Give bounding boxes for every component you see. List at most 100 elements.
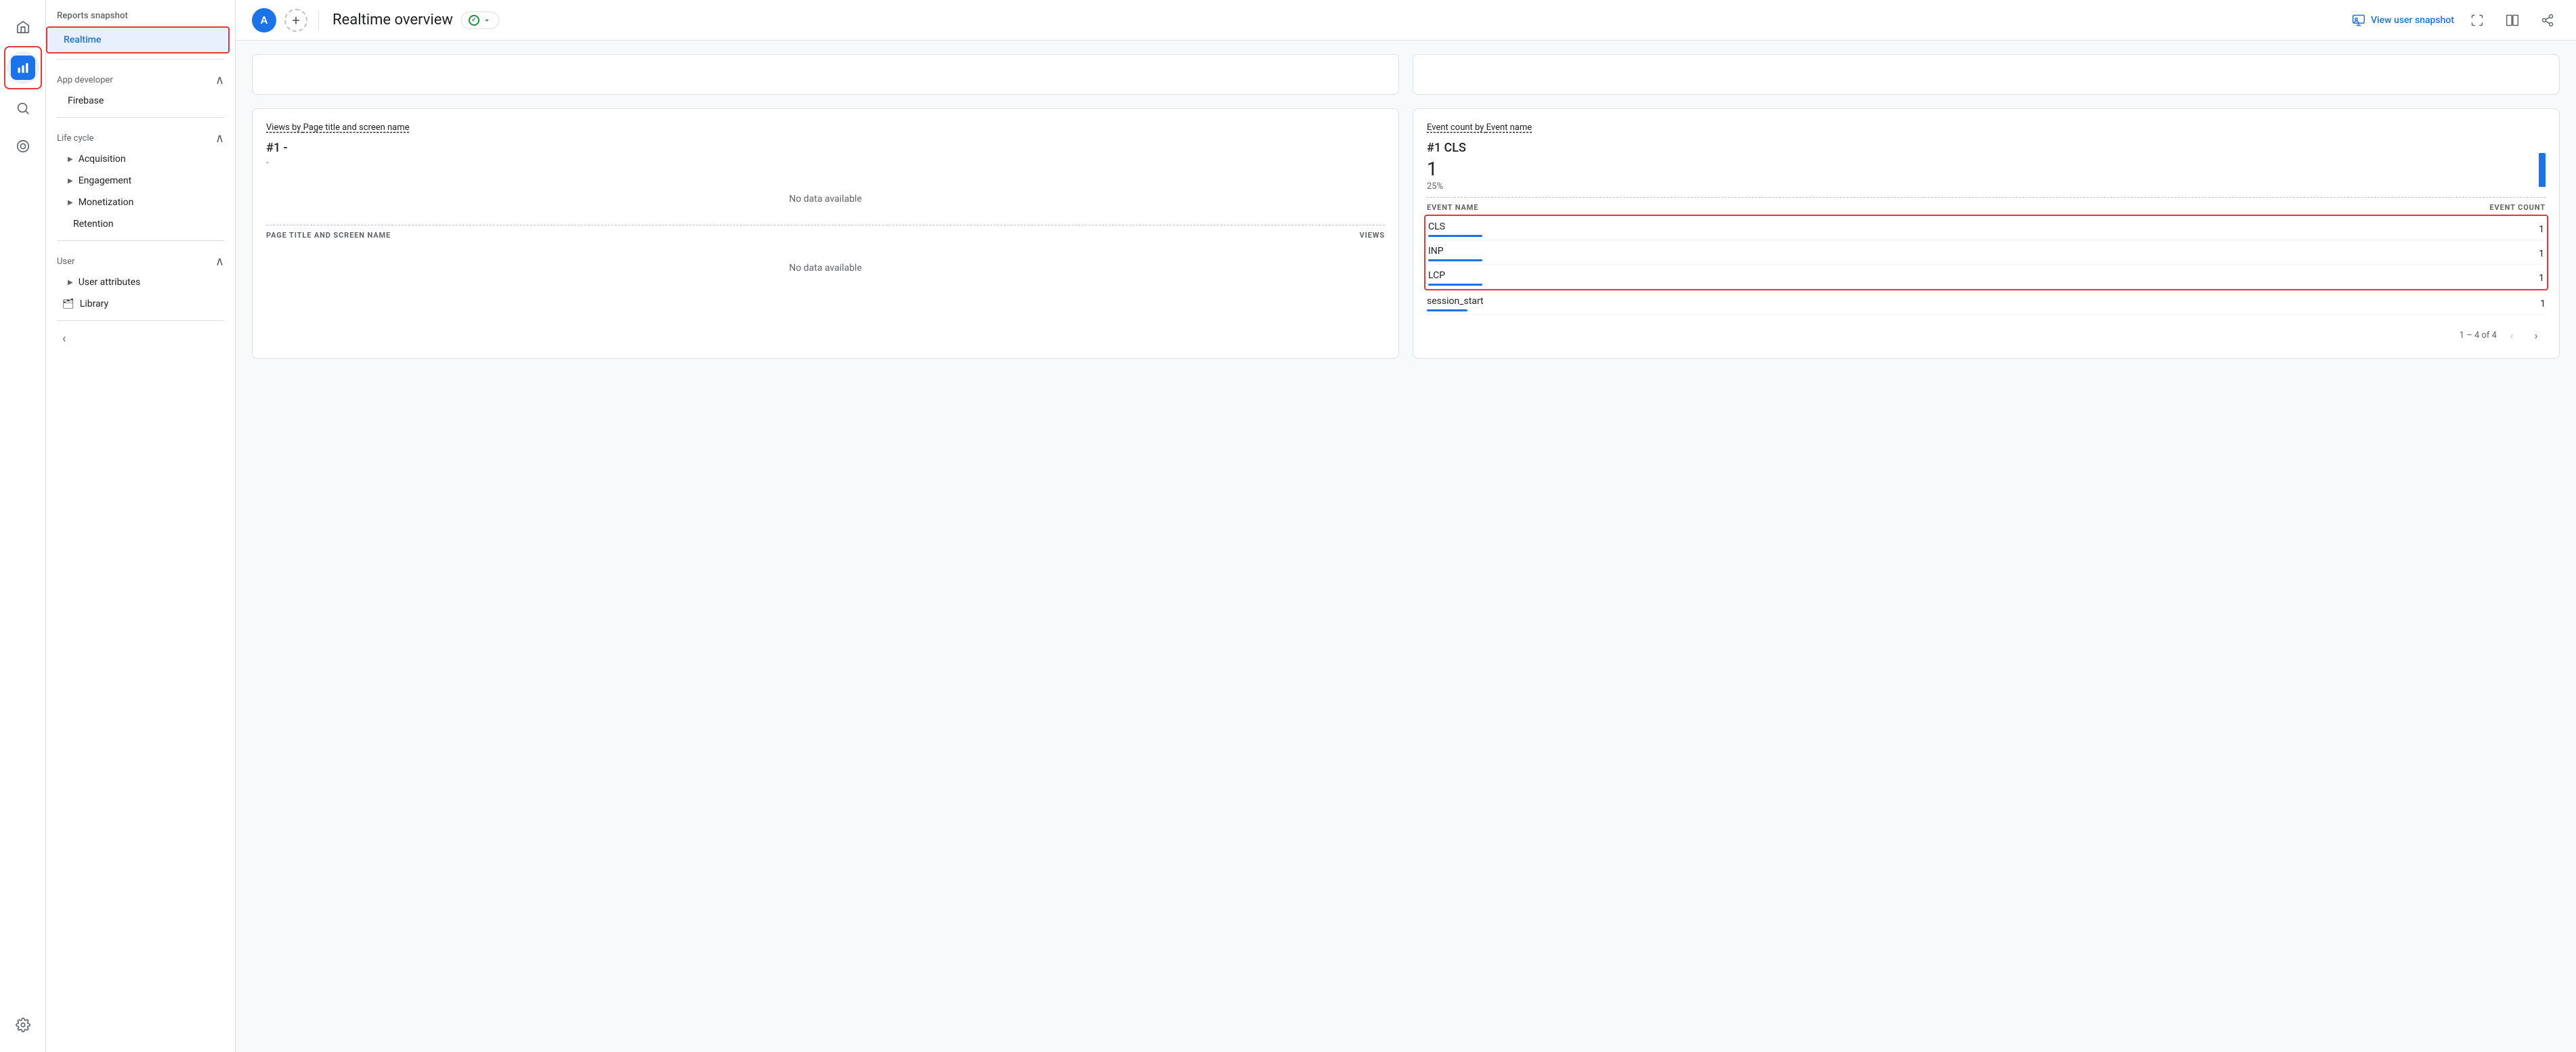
top-divider: [318, 11, 319, 30]
sidebar-item-user-attributes[interactable]: ▶ User attributes: [46, 271, 235, 293]
sidebar-item-engagement[interactable]: ▶ Engagement: [46, 170, 235, 192]
main-cards-row: Views by Page title and screen name #1 -…: [252, 108, 2560, 359]
events-card: Event count by Event name #1 CLS 1 25% E…: [1413, 108, 2560, 359]
events-percent: 25%: [1427, 181, 1466, 192]
views-title-link[interactable]: Page title and screen name: [303, 123, 410, 133]
sidebar-header: Reports snapshot: [46, 0, 235, 26]
avatar[interactable]: A: [252, 8, 276, 32]
events-rank-area: #1 CLS 1 25%: [1427, 141, 2546, 197]
status-green-dot: [469, 15, 479, 26]
sidebar-divider-1: [57, 59, 224, 60]
sidebar-section-user[interactable]: User ∧: [46, 246, 235, 271]
add-property-button[interactable]: +: [284, 9, 307, 32]
home-nav-icon[interactable]: [7, 11, 39, 43]
event-name-inp: INP: [1428, 246, 1482, 261]
stub-cards-row: [252, 54, 2560, 95]
views-sub-value: -: [266, 158, 1385, 168]
events-count-value: 1: [1427, 158, 1466, 180]
fullscreen-icon[interactable]: [2465, 8, 2489, 32]
views-table-header: PAGE TITLE AND SCREEN NAME VIEWS: [266, 225, 1385, 242]
library-label: Library: [80, 299, 108, 309]
events-rank-info: #1 CLS 1 25%: [1427, 141, 1466, 197]
view-user-snapshot-label: View user snapshot: [2371, 15, 2454, 26]
views-col-views-header: VIEWS: [1360, 231, 1385, 240]
app-developer-label: App developer: [57, 75, 113, 85]
event-name-cls: CLS: [1428, 221, 1482, 237]
event-bar-inp: [1428, 259, 1482, 261]
lifecycle-label: Life cycle: [57, 133, 93, 144]
sidebar-item-realtime[interactable]: Realtime: [46, 26, 230, 53]
reports-nav-icon[interactable]: [7, 51, 39, 84]
event-count-session: 1: [2540, 299, 2546, 309]
event-bar-lcp: [1428, 284, 1482, 286]
events-bar-chart: [2539, 146, 2546, 187]
firebase-label: Firebase: [68, 95, 104, 106]
sidebar-section-app-developer[interactable]: App developer ∧: [46, 65, 235, 90]
avatar-letter: A: [261, 14, 268, 26]
acquisition-label: Acquisition: [79, 154, 126, 165]
stub-card-left: [252, 54, 1399, 95]
chart-bar-1: [2539, 153, 2546, 187]
monetization-label: Monetization: [79, 197, 134, 208]
event-bar-cls: [1428, 235, 1482, 237]
views-rank: #1 -: [266, 141, 1385, 155]
search-nav-icon[interactable]: [7, 92, 39, 125]
event-count-inp: 1: [2539, 248, 2544, 259]
sidebar-item-acquisition[interactable]: ▶ Acquisition: [46, 148, 235, 170]
views-col-name-header: PAGE TITLE AND SCREEN NAME: [266, 231, 391, 240]
view-user-snapshot-button[interactable]: View user snapshot: [2352, 14, 2454, 27]
user-label: User: [57, 257, 74, 267]
page-title: Realtime overview: [332, 12, 453, 28]
views-no-data-top: No data available: [266, 173, 1385, 225]
top-bar: A + Realtime overview View user snapshot: [236, 0, 2576, 41]
views-card-title: Views by Page title and screen name: [266, 123, 1385, 133]
compare-icon[interactable]: [2500, 8, 2525, 32]
events-title-text1: Event count by: [1427, 123, 1486, 133]
highlighted-event-rows: CLS 1 INP 1 LCP: [1424, 215, 2548, 290]
sidebar-item-retention[interactable]: Retention: [46, 213, 235, 235]
sidebar-realtime-label: Realtime: [64, 35, 101, 45]
events-rank: #1 CLS: [1427, 141, 1466, 155]
event-row-inp: INP 1: [1428, 240, 2544, 265]
views-no-data-bottom: No data available: [266, 242, 1385, 294]
pagination-row: 1 – 4 of 4 ‹ ›: [1427, 326, 2546, 345]
status-badge[interactable]: [461, 12, 499, 29]
events-col-name-header: EVENT NAME: [1427, 203, 1478, 212]
user-attributes-label: User attributes: [79, 277, 141, 288]
event-count-cls: 1: [2539, 224, 2544, 235]
sidebar-section-lifecycle[interactable]: Life cycle ∧: [46, 123, 235, 148]
views-card: Views by Page title and screen name #1 -…: [252, 108, 1399, 359]
top-bar-actions: View user snapshot: [2352, 8, 2560, 32]
event-row-cls: CLS 1: [1428, 216, 2544, 240]
settings-nav-icon[interactable]: [7, 1009, 39, 1041]
views-title-text1: Views by: [266, 123, 303, 133]
sidebar-item-monetization[interactable]: ▶ Monetization: [46, 192, 235, 213]
sidebar-divider-3: [57, 240, 224, 241]
collapse-arrow-icon: ‹: [62, 332, 66, 346]
share-icon[interactable]: [2535, 8, 2560, 32]
sidebar-item-firebase[interactable]: Firebase: [46, 90, 235, 112]
sidebar: Reports snapshot Realtime App developer …: [46, 0, 236, 1052]
pagination-label: 1 – 4 of 4: [2460, 330, 2497, 341]
events-title-link[interactable]: Event name: [1486, 123, 1532, 133]
prev-page-button[interactable]: ‹: [2502, 326, 2521, 345]
chevron-up-icon: ∧: [215, 73, 224, 87]
retention-label: Retention: [73, 219, 114, 229]
main-content: A + Realtime overview View user snapshot: [236, 0, 2576, 1052]
tag-nav-icon[interactable]: [7, 130, 39, 162]
event-row-lcp: LCP 1: [1428, 265, 2544, 289]
events-table-header: EVENT NAME EVENT COUNT: [1427, 197, 2546, 215]
sidebar-divider-2: [57, 117, 224, 118]
events-card-title: Event count by Event name: [1427, 123, 2546, 133]
sidebar-divider-4: [57, 320, 224, 321]
chevron-up-icon-2: ∧: [215, 131, 224, 146]
icon-nav: [0, 0, 46, 1052]
content-area: Views by Page title and screen name #1 -…: [236, 41, 2576, 1052]
events-col-count-header: EVENT COUNT: [2489, 203, 2546, 212]
reports-icon-box: [11, 56, 35, 80]
sidebar-collapse-btn[interactable]: ‹: [46, 326, 235, 351]
next-page-button[interactable]: ›: [2527, 326, 2546, 345]
sidebar-item-library[interactable]: 🗂 Library: [46, 293, 235, 315]
event-name-session: session_start: [1427, 296, 1484, 311]
stub-card-right: [1413, 54, 2560, 95]
